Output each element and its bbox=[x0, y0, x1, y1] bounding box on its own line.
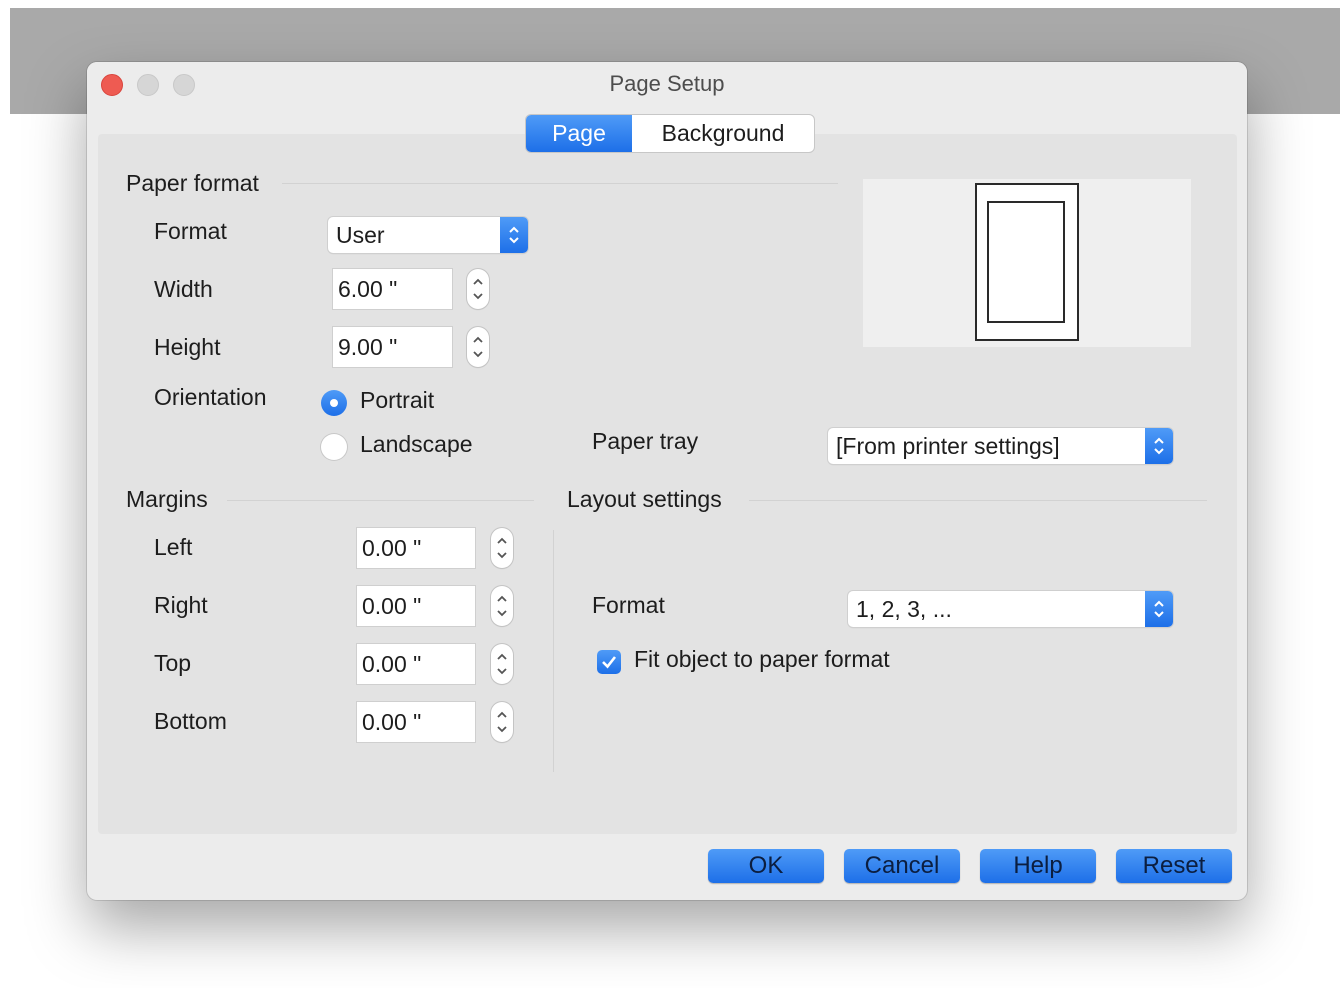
landscape-radio[interactable] bbox=[321, 434, 347, 460]
margin-bottom-stepper[interactable] bbox=[491, 702, 513, 742]
window-title: Page Setup bbox=[609, 71, 725, 96]
paper-format-heading: Paper format bbox=[126, 170, 259, 196]
paper-format-select[interactable]: User bbox=[328, 217, 528, 253]
stepper-arrows-icon bbox=[473, 278, 483, 300]
layout-settings-divider bbox=[749, 500, 1207, 501]
orientation-label: Orientation bbox=[154, 384, 267, 410]
margin-right-label: Right bbox=[154, 592, 208, 618]
layout-format-label: Format bbox=[592, 592, 665, 618]
margin-top-field[interactable]: 0.00 " bbox=[356, 643, 476, 685]
paper-format-select-value: User bbox=[336, 222, 385, 248]
paper-tray-select[interactable]: [From printer settings] bbox=[828, 428, 1173, 464]
landscape-label[interactable]: Landscape bbox=[360, 431, 473, 458]
checkmark-icon bbox=[602, 656, 617, 669]
margin-bottom-field[interactable]: 0.00 " bbox=[356, 701, 476, 743]
margins-heading: Margins bbox=[126, 486, 208, 512]
chevron-updown-icon bbox=[1145, 591, 1173, 627]
height-stepper[interactable] bbox=[467, 327, 489, 367]
section-separator bbox=[553, 530, 554, 772]
reset-button[interactable]: Reset bbox=[1116, 849, 1232, 883]
margin-left-label: Left bbox=[154, 534, 193, 560]
cancel-button[interactable]: Cancel bbox=[844, 849, 960, 883]
margin-top-label: Top bbox=[154, 650, 192, 676]
fit-object-checkbox[interactable] bbox=[597, 650, 621, 674]
width-label: Width bbox=[154, 276, 213, 302]
margin-left-field[interactable]: 0.00 " bbox=[356, 527, 476, 569]
paper-tray-label: Paper tray bbox=[592, 428, 699, 454]
paper-format-divider bbox=[282, 183, 838, 184]
layout-settings-heading: Layout settings bbox=[567, 486, 722, 512]
margins-divider bbox=[227, 500, 534, 501]
height-label: Height bbox=[154, 334, 221, 360]
margin-right-field[interactable]: 0.00 " bbox=[356, 585, 476, 627]
format-label: Format bbox=[154, 218, 227, 244]
stepper-arrows-icon bbox=[497, 653, 507, 675]
stepper-arrows-icon bbox=[497, 711, 507, 733]
tab-page[interactable]: Page bbox=[526, 115, 632, 152]
fit-object-label[interactable]: Fit object to paper format bbox=[634, 646, 890, 673]
margin-outline bbox=[987, 201, 1065, 323]
chevron-updown-icon bbox=[500, 217, 528, 253]
page-setup-dialog: Page Setup Page Background Paper format … bbox=[87, 62, 1247, 900]
width-field[interactable]: 6.00 " bbox=[332, 268, 453, 310]
portrait-label[interactable]: Portrait bbox=[360, 387, 434, 414]
margin-left-stepper[interactable] bbox=[491, 528, 513, 568]
tab-background[interactable]: Background bbox=[632, 115, 814, 152]
help-button[interactable]: Help bbox=[980, 849, 1096, 883]
margin-top-stepper[interactable] bbox=[491, 644, 513, 684]
tab-bar: Page Background bbox=[526, 115, 814, 152]
height-field[interactable]: 9.00 " bbox=[332, 326, 453, 368]
paper-outline bbox=[975, 183, 1079, 341]
stepper-arrows-icon bbox=[497, 595, 507, 617]
titlebar: Page Setup bbox=[87, 62, 1247, 104]
margin-bottom-label: Bottom bbox=[154, 708, 227, 734]
page-preview bbox=[863, 179, 1191, 347]
margin-right-stepper[interactable] bbox=[491, 586, 513, 626]
chevron-updown-icon bbox=[1145, 428, 1173, 464]
paper-tray-select-value: [From printer settings] bbox=[836, 433, 1060, 459]
portrait-radio[interactable] bbox=[321, 390, 347, 416]
page-numbering-select-value: 1, 2, 3, ... bbox=[856, 596, 952, 622]
width-stepper[interactable] bbox=[467, 269, 489, 309]
ok-button[interactable]: OK bbox=[708, 849, 824, 883]
page-numbering-select[interactable]: 1, 2, 3, ... bbox=[848, 591, 1173, 627]
stepper-arrows-icon bbox=[473, 336, 483, 358]
stepper-arrows-icon bbox=[497, 537, 507, 559]
